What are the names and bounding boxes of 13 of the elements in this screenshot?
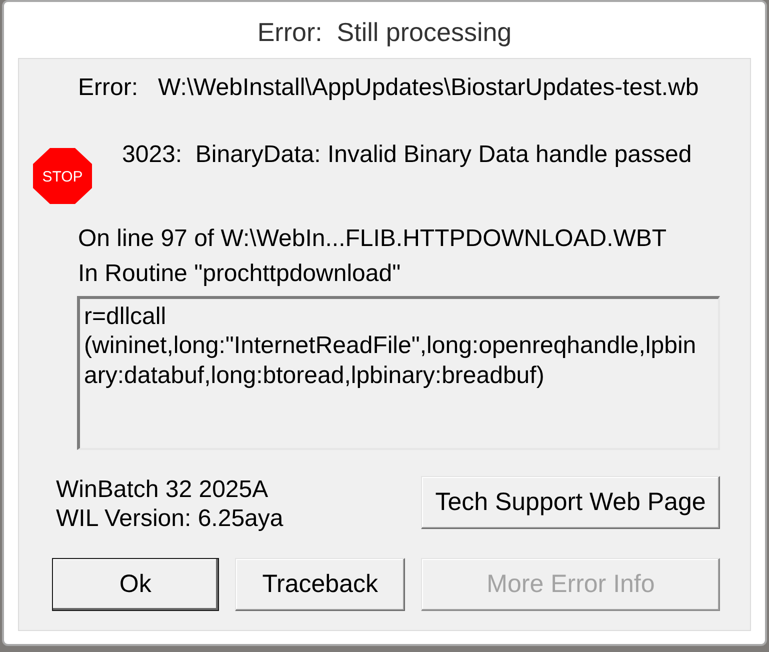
error-label: Error:	[78, 73, 139, 102]
routine-text: In Routine "prochttpdownload"	[78, 259, 401, 288]
window-title: Error: Still processing	[257, 17, 512, 47]
stop-sign-icon: STOP	[33, 148, 92, 204]
product-version-text: WinBatch 32 2025A	[56, 475, 268, 504]
error-file-path: W:\WebInstall\AppUpdates\BiostarUpdates-test.wb	[158, 73, 699, 102]
code-field[interactable]: r=dllcall (wininet,long:"InternetReadFile",long:openreqhandle,lpbin ary:databuf,long:btoread,lpbinary:breadbuf)	[77, 296, 720, 450]
ok-button[interactable]: Ok	[52, 558, 219, 611]
line-info-text: On line 97 of W:\WebIn...FLIB.HTTPDOWNLOAD.WBT	[78, 224, 667, 253]
tech-support-button[interactable]: Tech Support Web Page	[421, 476, 720, 529]
traceback-button[interactable]: Traceback	[234, 558, 406, 611]
wil-version-text: WIL Version: 6.25aya	[56, 504, 284, 533]
error-message: 3023: BinaryData: Invalid Binary Data handle passed	[122, 140, 692, 169]
